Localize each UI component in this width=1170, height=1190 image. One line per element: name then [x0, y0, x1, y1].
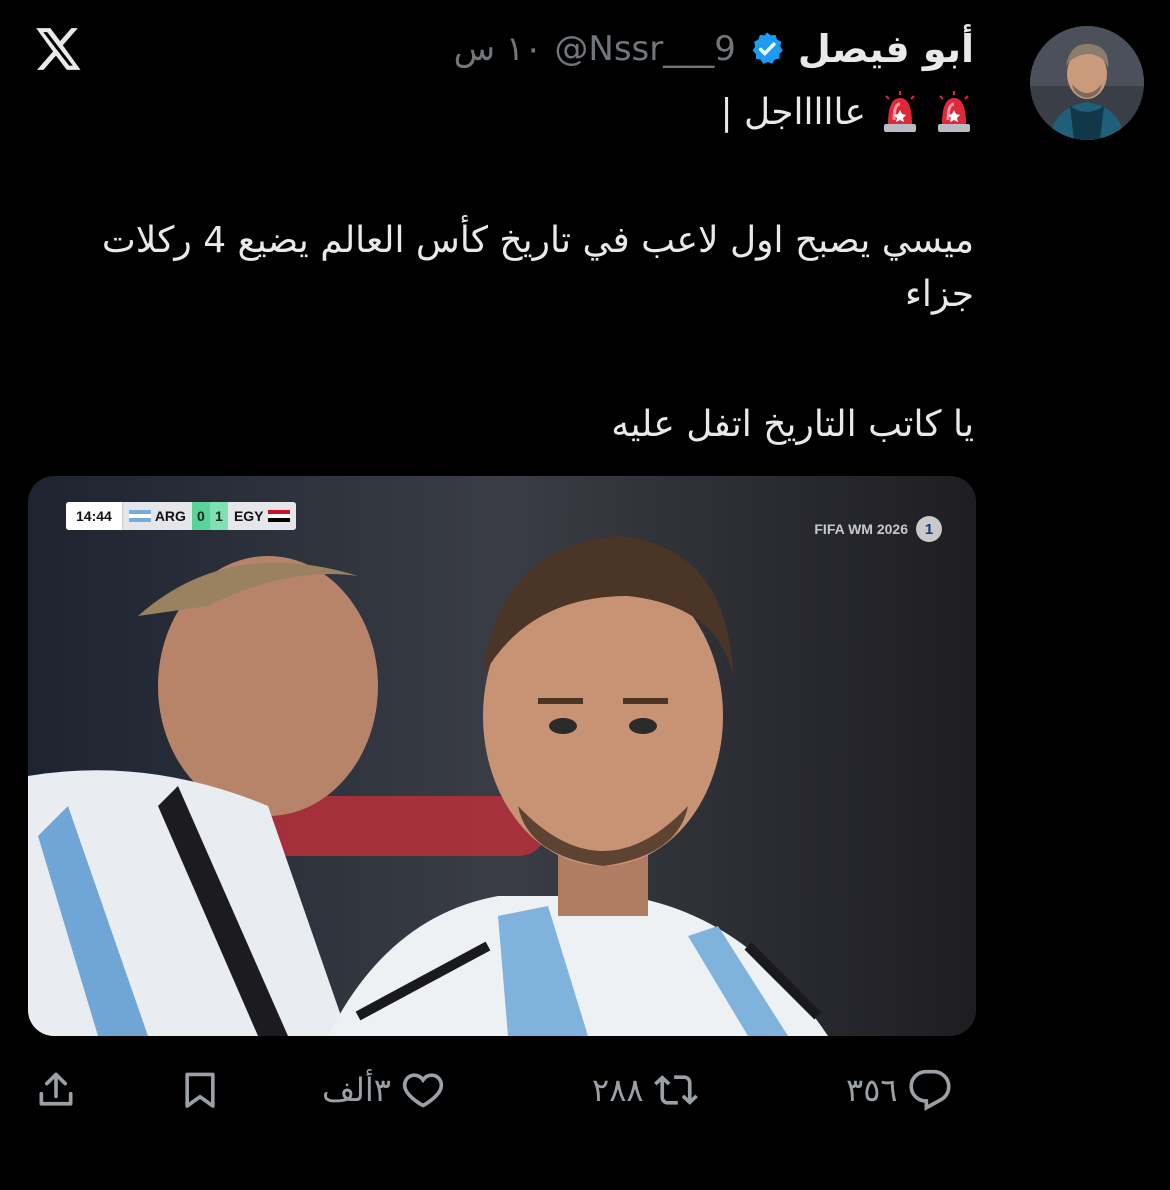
- reply-button[interactable]: ٣٥٦: [846, 1060, 952, 1120]
- verified-badge-icon: [752, 32, 783, 64]
- like-count: ٣ألف: [322, 1071, 391, 1109]
- tweet-media-image[interactable]: 14:44 ARG 0 1 EGY FIFA WM 2026 1: [28, 476, 976, 1036]
- scorebug: 14:44 ARG 0 1 EGY: [66, 502, 296, 530]
- bookmark-button[interactable]: [178, 1060, 222, 1120]
- display-name[interactable]: أبو فيصل: [798, 27, 974, 71]
- away-team-code: EGY: [233, 508, 264, 524]
- tweet-text: ميسي يصبح اول لاعب في تاريخ كأس العالم ي…: [101, 220, 974, 315]
- bookmark-icon: [185, 1072, 215, 1108]
- avatar[interactable]: [1030, 26, 1144, 140]
- home-score: 0: [191, 502, 210, 530]
- tweet-first-line: عاااااجل |: [720, 84, 974, 140]
- tweet-headline: عاااااجل |: [720, 91, 866, 133]
- x-logo-icon[interactable]: [30, 24, 84, 74]
- home-team: ARG: [122, 502, 192, 530]
- action-bar: ٣٥٦ ٢٨٨ ٣ألف: [0, 1060, 1170, 1120]
- away-team: EGY: [227, 502, 296, 530]
- share-icon: [39, 1072, 73, 1106]
- police-light-emoji: [884, 91, 916, 132]
- egypt-flag-icon: [267, 510, 290, 522]
- user-handle[interactable]: @Nssr___9: [554, 29, 735, 69]
- repost-count: ٢٨٨: [592, 1071, 644, 1109]
- channel-logo-icon: 1: [916, 516, 942, 542]
- like-button[interactable]: ٣ألف: [322, 1060, 445, 1120]
- tweet-header: أبو فيصل @Nssr___9 ١٠ س: [454, 24, 974, 74]
- reply-icon: [908, 1069, 951, 1111]
- broadcast-watermark: FIFA WM 2026 1: [814, 516, 942, 542]
- repost-icon: [653, 1075, 698, 1105]
- police-light-emoji: [938, 91, 970, 132]
- tweet-time[interactable]: ١٠ س: [454, 29, 543, 69]
- watermark-text: FIFA WM 2026: [814, 521, 908, 537]
- away-score: 1: [209, 502, 228, 530]
- tweet-text-2: يا كاتب التاريخ اتفل عليه: [611, 404, 974, 445]
- argentina-flag-icon: [128, 510, 151, 522]
- share-button[interactable]: [34, 1060, 78, 1120]
- match-clock: 14:44: [66, 502, 123, 530]
- reply-count: ٣٥٦: [846, 1071, 898, 1109]
- heart-icon: [402, 1073, 444, 1108]
- repost-button[interactable]: ٢٨٨: [592, 1060, 698, 1120]
- home-team-code: ARG: [154, 508, 186, 524]
